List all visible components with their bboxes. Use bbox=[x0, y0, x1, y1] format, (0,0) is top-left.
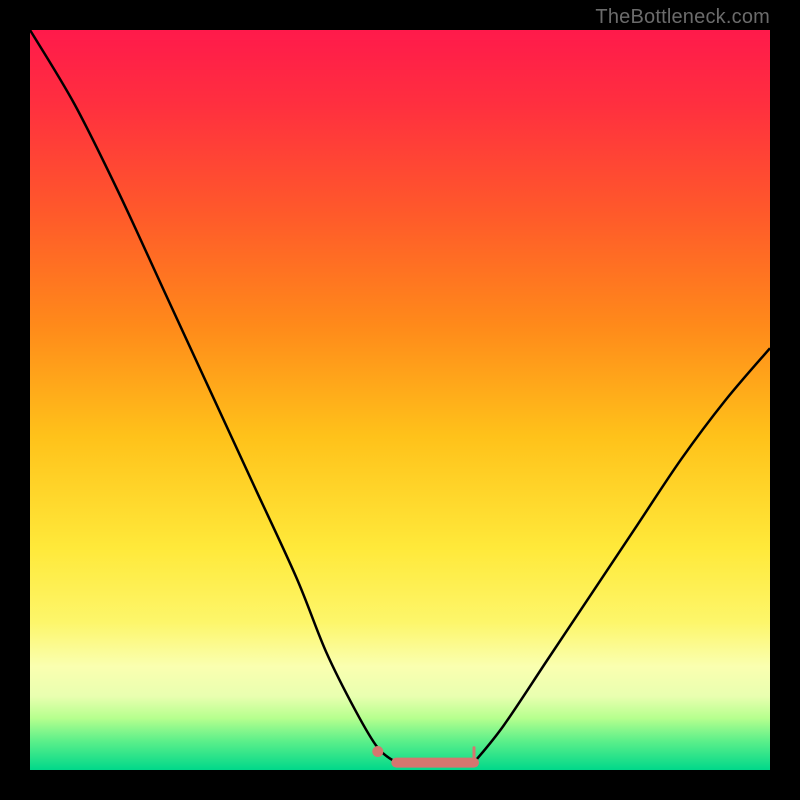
left-curve-line bbox=[30, 30, 396, 763]
flat-segment-dot bbox=[372, 746, 383, 757]
right-curve-line bbox=[474, 348, 770, 762]
watermark-text: TheBottleneck.com bbox=[595, 6, 770, 29]
chart-svg bbox=[30, 30, 770, 770]
chart-frame: TheBottleneck.com bbox=[0, 0, 800, 800]
plot-area bbox=[30, 30, 770, 770]
